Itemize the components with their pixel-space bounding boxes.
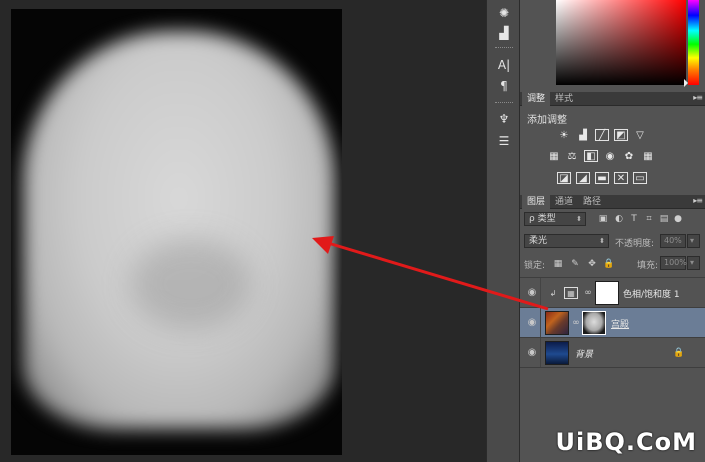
adjustments-panel: 调整 样式 ▸≡ 添加调整 ☀ ▟ ╱ ◩ ▽ ▦ ⚖ ◧ ◉ ✿ ▦ ◪ ◢ … bbox=[520, 92, 705, 193]
watermark-logo: UiBQ.CoM bbox=[555, 428, 697, 456]
filter-pixel-icon[interactable]: ▣ bbox=[598, 214, 608, 224]
chevron-down-icon: ⬍ bbox=[576, 215, 582, 223]
lock-image-icon[interactable]: ✎ bbox=[570, 259, 580, 269]
eye-icon[interactable]: ◉ bbox=[527, 287, 537, 298]
posterize-icon[interactable]: ◢ bbox=[576, 172, 590, 184]
properties-icon[interactable]: ☰ bbox=[493, 132, 515, 150]
clip-arrow-icon: ↲ bbox=[549, 288, 557, 298]
tab-adjustments[interactable]: 调整 bbox=[522, 92, 551, 106]
fill-dropdown[interactable]: ▾ bbox=[687, 256, 700, 270]
color-field[interactable] bbox=[556, 0, 686, 85]
canvas-area[interactable] bbox=[0, 0, 486, 462]
invert-icon[interactable]: ◪ bbox=[557, 172, 571, 184]
levels-icon[interactable]: ▟ bbox=[576, 129, 590, 141]
exposure-icon[interactable]: ◩ bbox=[614, 129, 628, 141]
fill-label: 填充: bbox=[637, 261, 659, 271]
opacity-dropdown[interactable]: ▾ bbox=[687, 234, 700, 248]
strip-grip-2[interactable] bbox=[495, 102, 513, 104]
layer-row-hue-saturation[interactable]: ◉ ↲ ▦ ∞ 色相/饱和度 1 bbox=[520, 277, 705, 308]
panel-icon-strip: ✺ ▟ A| ¶ ♆ ☰ bbox=[486, 0, 520, 462]
filter-shape-icon[interactable]: ⌗ bbox=[644, 214, 654, 224]
color-lookup-icon[interactable]: ▦ bbox=[641, 150, 655, 162]
hue-slider[interactable] bbox=[688, 0, 699, 85]
layer-filter-select[interactable]: ρ 类型 ⬍ bbox=[524, 212, 586, 226]
layer-image-thumbnail[interactable] bbox=[545, 311, 569, 335]
layer-filter-label: ρ 类型 bbox=[529, 214, 556, 224]
brush-settings-icon[interactable]: ✺ bbox=[493, 4, 515, 22]
strip-grip[interactable] bbox=[495, 47, 513, 49]
panel-menu-icon[interactable]: ▸≡ bbox=[693, 93, 703, 102]
blend-mode-value: 柔光 bbox=[529, 236, 548, 246]
mask-shadow bbox=[131, 239, 251, 329]
threshold-icon[interactable]: ▬ bbox=[595, 172, 609, 184]
filter-toggle-icon[interactable]: ● bbox=[673, 214, 683, 224]
fill-input[interactable]: 100% bbox=[660, 256, 687, 270]
adjustments-tab-bar: 调整 样式 ▸≡ bbox=[520, 92, 705, 106]
lock-icon: 🔒 bbox=[673, 348, 685, 358]
layers-panel: 图层 通道 路径 ▸≡ ρ 类型 ⬍ ▣ ◐ T ⌗ ▤ ● 柔光 ⬍ 不透明度… bbox=[520, 193, 705, 462]
layer-name[interactable]: 背景 bbox=[575, 347, 593, 360]
layer-row-background[interactable]: ◉ 背景 🔒 bbox=[520, 337, 705, 368]
layers-panel-menu-icon[interactable]: ▸≡ bbox=[693, 196, 703, 205]
eye-icon[interactable]: ◉ bbox=[527, 317, 537, 328]
tab-paths[interactable]: 路径 bbox=[578, 195, 606, 209]
filter-type-icon[interactable]: T bbox=[629, 214, 639, 224]
filter-adjustment-icon[interactable]: ◐ bbox=[614, 214, 624, 224]
eye-icon[interactable]: ◉ bbox=[527, 347, 537, 358]
filter-smart-object-icon[interactable]: ▤ bbox=[659, 214, 669, 224]
adjustment-layer-icon: ▦ bbox=[564, 287, 578, 299]
hue-marker[interactable] bbox=[684, 79, 688, 87]
layers-tab-bar: 图层 通道 路径 ▸≡ bbox=[520, 195, 705, 209]
lock-transparent-icon[interactable]: ▦ bbox=[553, 259, 563, 269]
right-panels: 调整 样式 ▸≡ 添加调整 ☀ ▟ ╱ ◩ ▽ ▦ ⚖ ◧ ◉ ✿ ▦ ◪ ◢ … bbox=[520, 0, 705, 462]
document-canvas[interactable] bbox=[11, 9, 342, 455]
blend-mode-select[interactable]: 柔光 ⬍ bbox=[524, 234, 609, 248]
lock-position-icon[interactable]: ✥ bbox=[587, 259, 597, 269]
layer-row-palace[interactable]: ◉ ∞ 宫殿 bbox=[520, 307, 705, 338]
brightness-icon[interactable]: ☀ bbox=[557, 129, 571, 141]
selective-color-icon[interactable]: ✕ bbox=[614, 172, 628, 184]
tool-presets-icon[interactable]: ♆ bbox=[493, 110, 515, 128]
black-white-icon[interactable]: ◧ bbox=[584, 150, 598, 162]
opacity-label: 不透明度: bbox=[615, 239, 655, 249]
layer-image-thumbnail[interactable] bbox=[545, 341, 569, 365]
hue-saturation-icon[interactable]: ▦ bbox=[547, 150, 561, 162]
layer-name[interactable]: 色相/饱和度 1 bbox=[623, 287, 680, 300]
color-balance-icon[interactable]: ⚖ bbox=[565, 150, 579, 162]
color-picker-panel bbox=[520, 0, 705, 92]
photo-filter-icon[interactable]: ◉ bbox=[603, 150, 617, 162]
paragraph-icon[interactable]: ¶ bbox=[493, 77, 515, 95]
histogram-icon[interactable]: ▟ bbox=[493, 24, 515, 42]
link-icon[interactable]: ∞ bbox=[583, 288, 593, 298]
curves-icon[interactable]: ╱ bbox=[595, 129, 609, 141]
layer-mask-thumbnail[interactable] bbox=[582, 311, 606, 335]
gradient-map-icon[interactable]: ▭ bbox=[633, 172, 647, 184]
layer-name[interactable]: 宫殿 bbox=[611, 317, 629, 330]
tab-channels[interactable]: 通道 bbox=[550, 195, 578, 209]
eye-separator bbox=[540, 278, 541, 308]
eye-separator bbox=[540, 308, 541, 338]
tab-styles[interactable]: 样式 bbox=[550, 92, 578, 106]
lock-all-icon[interactable]: 🔒 bbox=[603, 259, 614, 269]
layers-list-divider bbox=[520, 367, 705, 368]
lock-label: 锁定: bbox=[524, 261, 546, 271]
eye-separator bbox=[540, 338, 541, 368]
blurred-mask-shape bbox=[23, 31, 335, 429]
tab-layers[interactable]: 图层 bbox=[522, 195, 551, 209]
chevron-down-icon: ⬍ bbox=[599, 237, 605, 245]
character-icon[interactable]: A| bbox=[493, 56, 515, 74]
layer-mask-thumbnail[interactable] bbox=[595, 281, 619, 305]
link-icon[interactable]: ∞ bbox=[571, 318, 581, 328]
opacity-input[interactable]: 40% bbox=[660, 234, 686, 248]
vibrance-icon[interactable]: ▽ bbox=[633, 129, 647, 141]
channel-mixer-icon[interactable]: ✿ bbox=[622, 150, 636, 162]
adjustments-title: 添加调整 bbox=[527, 115, 567, 126]
